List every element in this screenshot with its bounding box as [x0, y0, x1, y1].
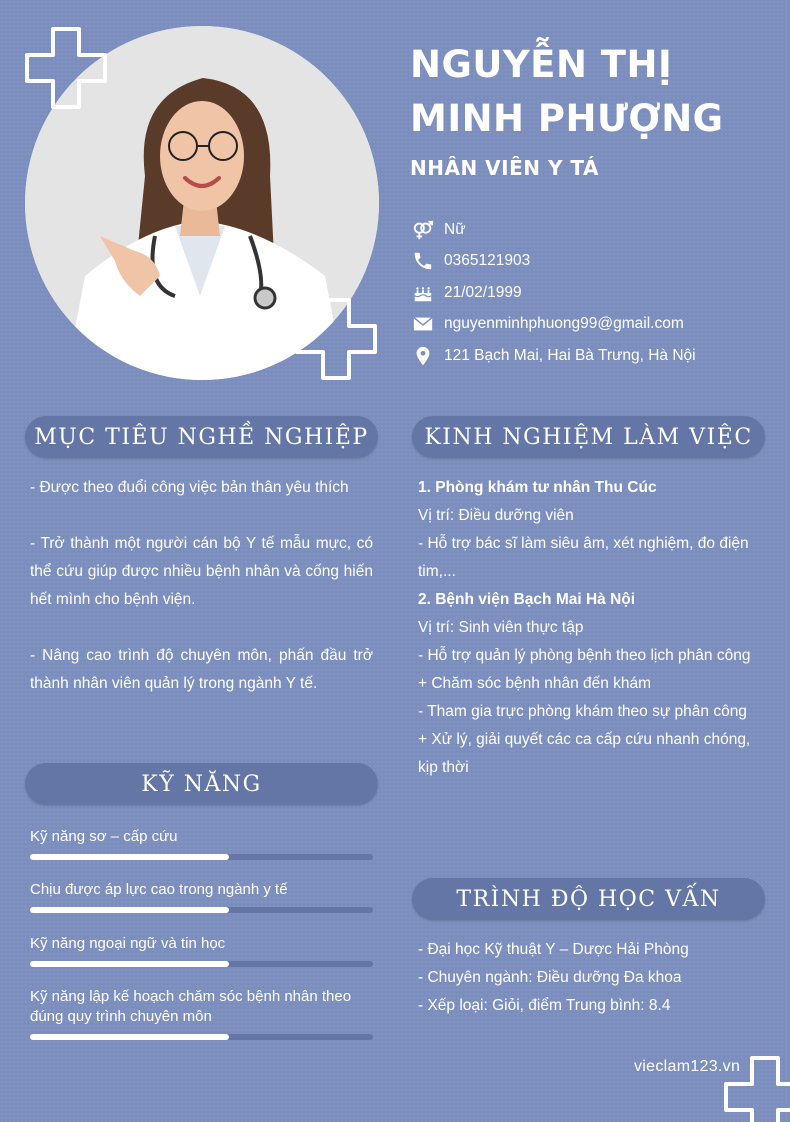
job-title: NHÂN VIÊN Y TÁ [410, 156, 599, 180]
skill-bar-fill [30, 854, 229, 860]
email-icon [413, 317, 433, 331]
education-item: - Chuyên ngành: Điều dưỡng Đa khoa [418, 969, 682, 986]
job-position: Vị trí: Sinh viên thực tập [418, 619, 584, 636]
skill-bar [30, 907, 373, 913]
objective-heading: MỤC TIÊU NGHỀ NGHIỆP [25, 416, 378, 458]
contact-gender: Nữ [412, 214, 782, 246]
medical-cross-icon [295, 298, 377, 380]
job-task: + Chăm sóc bệnh nhân đến khám [418, 675, 652, 692]
contact-info: Nữ 0365121903 21/02/1999 nguyenminhphuon… [412, 214, 782, 372]
job-task: + Xử lý, giải quyết các ca cấp cứu nhanh… [418, 731, 751, 776]
skill-bar [30, 961, 373, 967]
job-task: - Hỗ trợ quản lý phòng bệnh theo lịch ph… [418, 647, 751, 664]
skill-label: Kỹ năng ngoại ngữ và tin học [30, 935, 226, 952]
education-item: - Xếp loại: Giỏi, điểm Trung bình: 8.4 [418, 997, 671, 1014]
job-heading: 2. Bệnh viện Bạch Mai Hà Nội [418, 591, 636, 608]
contact-address: 121 Bạch Mai, Hai Bà Trưng, Hà Nội [412, 340, 782, 372]
skill-item: Kỹ năng lập kế hoạch chăm sóc bệnh nhân … [30, 987, 373, 1040]
contact-phone-text: 0365121903 [444, 252, 531, 270]
contact-email: nguyenminhphuong99@gmail.com [412, 309, 782, 341]
skill-label: Chịu được áp lực cao trong ngành y tế [30, 881, 288, 898]
skill-label: Kỹ năng sơ – cấp cứu [30, 828, 178, 845]
contact-email-text: nguyenminhphuong99@gmail.com [444, 315, 684, 333]
contact-birthday: 21/02/1999 [412, 277, 782, 309]
job-task: - Hỗ trợ bác sĩ làm siêu âm, xét nghiệm,… [418, 535, 749, 580]
contact-phone: 0365121903 [412, 246, 782, 278]
gender-icon [413, 220, 434, 239]
skill-bar-fill [30, 961, 229, 967]
objective-item: - Nâng cao trình độ chuyên môn, phấn đầu… [30, 647, 373, 692]
education-section: - Đại học Kỹ thuật Y – Dược Hải Phòng - … [418, 936, 763, 1020]
skill-bar-fill [30, 907, 229, 913]
job-position: Vị trí: Điều dưỡng viên [418, 507, 574, 524]
skill-item: Kỹ năng ngoại ngữ và tin học [30, 934, 373, 967]
objective-item: - Trở thành một người cán bộ Y tế mẫu mự… [30, 535, 373, 608]
skill-bar-fill [30, 1034, 229, 1040]
contact-address-text: 121 Bạch Mai, Hai Bà Trưng, Hà Nội [444, 346, 696, 364]
objective-item: - Được theo đuổi công việc bản thân yêu … [30, 479, 349, 496]
birthday-cake-icon [414, 286, 432, 301]
skill-bar [30, 1034, 373, 1040]
skill-item: Kỹ năng sơ – cấp cứu [30, 827, 373, 860]
education-item: - Đại học Kỹ thuật Y – Dược Hải Phòng [418, 941, 689, 958]
name-line-1: NGUYỄN THỊ [410, 43, 673, 86]
skill-item: Chịu được áp lực cao trong ngành y tế [30, 880, 373, 913]
objective-section: - Được theo đuổi công việc bản thân yêu … [30, 474, 373, 698]
job-heading: 1. Phòng khám tư nhân Thu Cúc [418, 479, 657, 496]
experience-heading: KINH NGHIỆM LÀM VIỆC [412, 416, 765, 458]
footer-brand[interactable]: vieclam123.vn [634, 1058, 740, 1076]
skills-heading: KỸ NĂNG [25, 763, 378, 805]
phone-icon [414, 253, 432, 270]
education-heading: TRÌNH ĐỘ HỌC VẤN [412, 878, 765, 920]
experience-section: 1. Phòng khám tư nhân Thu Cúc Vị trí: Đi… [418, 474, 763, 782]
candidate-name: NGUYỄN THỊ MINH PHƯỢNG [410, 38, 770, 146]
name-line-2: MINH PHƯỢNG [410, 97, 724, 140]
contact-gender-text: Nữ [444, 220, 466, 238]
contact-birthday-text: 21/02/1999 [444, 283, 522, 301]
skill-bar [30, 854, 373, 860]
job-task: - Tham gia trực phòng khám theo sự phân … [418, 703, 747, 720]
medical-cross-icon [25, 27, 107, 109]
location-pin-icon [416, 346, 430, 365]
skill-label: Kỹ năng lập kế hoạch chăm sóc bệnh nhân … [30, 988, 352, 1025]
